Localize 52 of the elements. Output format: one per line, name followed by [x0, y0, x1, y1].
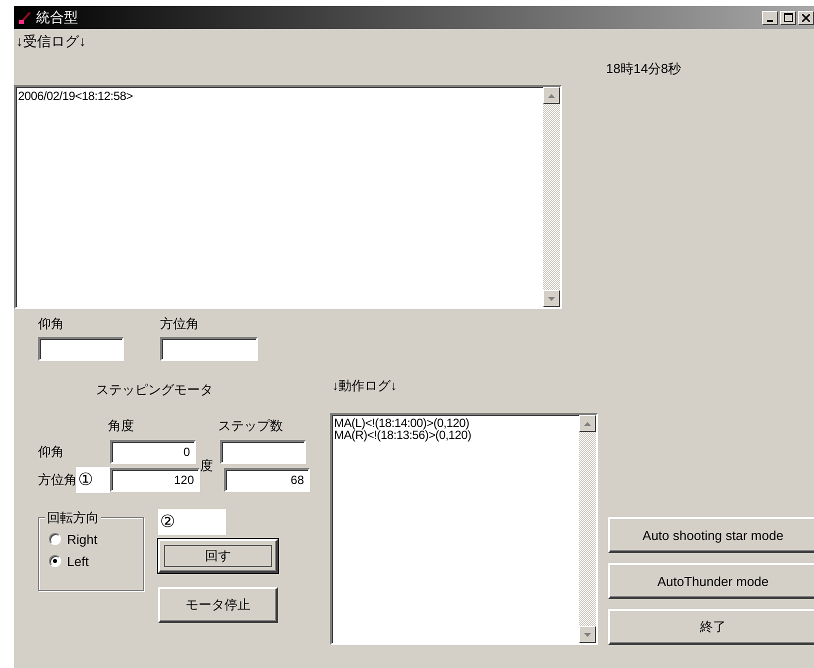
close-icon — [802, 14, 810, 22]
app-icon — [18, 10, 32, 24]
maximize-icon — [784, 13, 792, 22]
scroll-up-button[interactable] — [579, 415, 596, 432]
action-log-label: ↓動作ログ↓ — [332, 377, 398, 395]
angle-value-field[interactable]: 0 — [110, 440, 196, 464]
up-arrow-icon — [548, 94, 555, 98]
mode-button[interactable]: AutoThunder mode — [608, 563, 814, 599]
rotate-button[interactable]: 回す — [158, 539, 278, 573]
annotation-marker: ① — [76, 467, 110, 493]
minimize-button[interactable] — [762, 10, 778, 24]
mode-button[interactable]: 終了 — [608, 609, 814, 645]
log-line: MA(R)<!(18:13:56)>(0,120) — [334, 429, 472, 441]
radio-label: Left — [67, 554, 89, 568]
receive-log-box[interactable]: 2006/02/19<18:12:58> — [14, 85, 562, 309]
receive-log-label: ↓受信ログ↓ — [16, 33, 87, 51]
angle-label: 仰角 — [38, 315, 65, 333]
annotation-marker: ② — [158, 509, 226, 535]
scroll-up-button[interactable] — [543, 87, 560, 104]
window-title: 統合型 — [36, 8, 79, 26]
section-title: ステッピングモータ — [96, 381, 214, 399]
column-header: ステップ数 — [218, 417, 283, 435]
motor-stop-button[interactable]: モータ停止 — [158, 587, 278, 623]
down-arrow-icon — [584, 632, 591, 636]
mode-button[interactable]: Auto shooting star mode — [608, 517, 814, 553]
unit-label: 度 — [200, 457, 214, 475]
scroll-down-button[interactable] — [543, 290, 560, 307]
scrollbar[interactable] — [543, 87, 560, 307]
up-arrow-icon — [584, 422, 591, 426]
angle-input[interactable] — [38, 337, 124, 361]
angle-value-field[interactable]: 120 — [110, 468, 200, 492]
maximize-button[interactable] — [780, 10, 796, 24]
log-line: MA(L)<!(18:14:00)>(0,120) — [334, 417, 470, 429]
scrollbar[interactable] — [579, 415, 596, 643]
scroll-down-button[interactable] — [579, 626, 596, 643]
log-line: 2006/02/19<18:12:58> — [18, 89, 134, 103]
column-header: 角度 — [108, 417, 135, 435]
step-count-field[interactable] — [220, 440, 306, 464]
row-label: 方位角 — [38, 471, 76, 489]
radio-button[interactable] — [49, 555, 61, 567]
minimize-icon — [767, 20, 773, 22]
step-count-field[interactable]: 68 — [224, 468, 310, 492]
radio-button[interactable] — [49, 533, 61, 545]
row-label: 仰角 — [38, 443, 65, 461]
action-log-box[interactable]: MA(L)<!(18:14:00)>(0,120) MA(R)<!(18:13:56)>(0,120) — [330, 413, 598, 645]
radio-label: Right — [67, 532, 98, 546]
angle-input[interactable] — [160, 337, 258, 361]
close-button[interactable] — [798, 10, 814, 24]
group-title: 回転方向 — [45, 509, 101, 527]
angle-label: 方位角 — [160, 315, 200, 333]
clock-text: 18時14分8秒 — [606, 61, 682, 76]
down-arrow-icon — [548, 296, 555, 300]
